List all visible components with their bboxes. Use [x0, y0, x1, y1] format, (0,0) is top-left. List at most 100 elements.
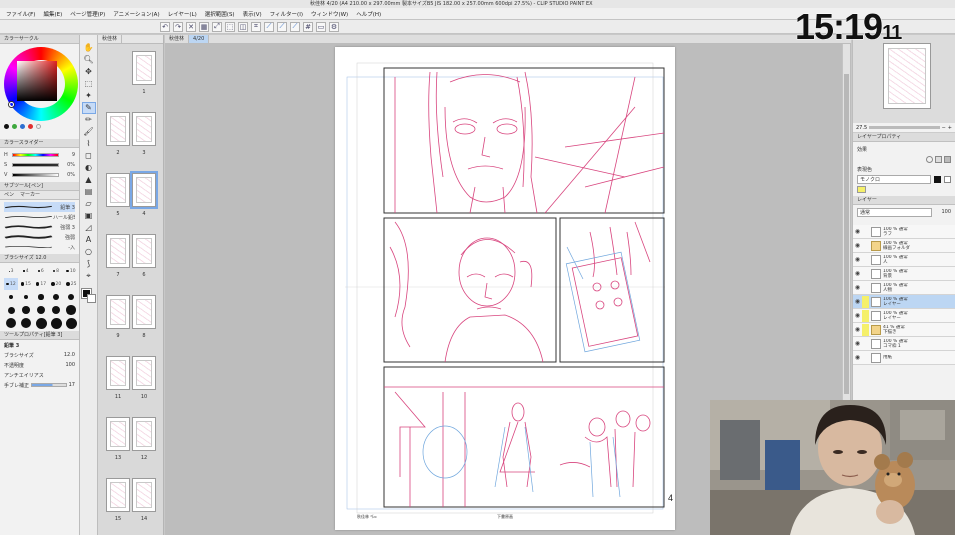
hue-slider[interactable] — [12, 153, 59, 157]
saturation-value-square[interactable] — [17, 61, 57, 101]
value-slider[interactable] — [12, 173, 59, 177]
page-thumbnail[interactable] — [132, 234, 156, 268]
clear-icon[interactable]: ✕ — [186, 21, 196, 32]
brush-size-preset[interactable]: 250 — [19, 317, 33, 329]
eyedropper-icon[interactable]: ⌖ — [83, 271, 95, 281]
brush-item[interactable]: 強弱 — [4, 232, 75, 242]
gradient-icon[interactable]: ▤ — [83, 187, 95, 197]
expression-color-white[interactable] — [944, 175, 951, 183]
layer-row[interactable]: ◉ 100 % 通常 線画フォルダ — [853, 239, 955, 253]
brush-size-preset[interactable]: 6 — [34, 265, 48, 277]
menu-view[interactable]: 表示(V) — [239, 10, 266, 18]
frame-border-icon[interactable]: ▣ — [83, 211, 95, 221]
brush-size-preset[interactable]: 3 — [4, 265, 18, 277]
crop-icon[interactable]: ⌗ — [251, 21, 261, 32]
brush-size-preset[interactable]: 500 — [64, 317, 78, 329]
brush-size-preset[interactable]: 15 — [19, 278, 33, 290]
layer-row[interactable]: ◉ 用紙 — [853, 351, 955, 365]
brush-size-preset[interactable]: 17 — [34, 278, 48, 290]
expression-color-select[interactable]: モノクロ — [857, 174, 931, 184]
eye-icon[interactable]: ◉ — [853, 298, 862, 305]
saturation-slider[interactable] — [12, 163, 59, 167]
layer-row[interactable]: ◉ 100 % 通常 レイヤー — [853, 295, 955, 309]
zoom-out-icon[interactable]: − — [942, 125, 946, 131]
brush-size-preset[interactable]: 80 — [4, 304, 18, 316]
scrollbar-thumb[interactable] — [844, 74, 849, 394]
page-thumbnail[interactable] — [132, 478, 156, 512]
navigator-preview[interactable] — [883, 43, 931, 109]
brush-size-preset[interactable]: 25 — [64, 278, 78, 290]
snap-ruler-icon[interactable]: ⟋ — [264, 21, 274, 32]
menu-window[interactable]: ウィンドウ(W) — [307, 10, 352, 18]
layer-row[interactable]: ◉ 100 % 通常 コマ枠 1 — [853, 337, 955, 351]
settings-icon[interactable]: ⚙ — [329, 21, 339, 32]
eye-icon[interactable]: ◉ — [853, 284, 862, 291]
brush-size-preset[interactable]: 200 — [4, 317, 18, 329]
transform-icon[interactable]: ⤢ — [212, 21, 222, 32]
page-thumbnail[interactable] — [106, 173, 130, 207]
ruler-tool-icon[interactable]: ◿ — [83, 223, 95, 233]
eraser-icon[interactable]: ◻ — [83, 151, 95, 161]
brush-size-preset[interactable]: 170 — [64, 304, 78, 316]
menu-file[interactable]: ファイル(F) — [2, 10, 39, 18]
select-icon[interactable]: ⬚ — [83, 79, 95, 89]
layer-property-tab[interactable]: レイヤープロパティ — [853, 133, 955, 142]
fill-icon[interactable]: ▦ — [199, 21, 209, 32]
brush-size-preset[interactable]: 50 — [34, 291, 48, 303]
blue-swatch[interactable] — [20, 124, 25, 129]
menu-page[interactable]: ページ管理(P) — [66, 10, 109, 18]
layer-panel-tab[interactable]: レイヤー — [853, 196, 955, 205]
eye-icon[interactable]: ◉ — [853, 326, 862, 333]
brush-size-preset[interactable]: 100 — [19, 304, 33, 316]
layer-row[interactable]: ◉ 100 % 通常 ラフ — [853, 225, 955, 239]
opacity-value[interactable]: 100 — [935, 209, 951, 215]
black-swatch[interactable] — [4, 124, 9, 129]
page-thumbnail[interactable] — [106, 356, 130, 390]
page-thumbnail[interactable] — [106, 234, 130, 268]
figure-icon[interactable]: ▱ — [83, 199, 95, 209]
property-stabilization[interactable]: 手ブレ補正 17 — [0, 380, 79, 390]
document-tab-active[interactable]: 4/20 — [189, 35, 210, 43]
auto-select-icon[interactable]: ✦ — [83, 91, 95, 101]
color-wheel-tab[interactable]: カラーサークル — [0, 35, 79, 44]
grid-icon[interactable]: # — [303, 21, 313, 32]
brush-tab-pen[interactable]: ペン — [4, 191, 14, 199]
property-brush-size[interactable]: ブラシサイズ 12.0 — [0, 350, 79, 360]
property-antialias[interactable]: アンチエイリアス — [0, 370, 79, 380]
brush-size-preset[interactable]: 400 — [49, 317, 63, 329]
menu-layer[interactable]: レイヤー(L) — [164, 10, 201, 18]
white-swatch[interactable] — [36, 124, 41, 129]
correct-line-icon[interactable]: ⟆ — [83, 259, 95, 269]
menu-edit[interactable]: 編集(E) — [39, 10, 66, 18]
layer-row[interactable]: ◉ 100 % 通常 背景 — [853, 267, 955, 281]
page-thumbnail[interactable] — [106, 417, 130, 451]
menu-selection[interactable]: 選択範囲(S) — [201, 10, 239, 18]
navigator-zoom-slider[interactable] — [869, 126, 940, 129]
menu-help[interactable]: ヘルプ(H) — [352, 10, 385, 18]
brush-size-preset[interactable]: 30 — [4, 291, 18, 303]
page-thumbnail[interactable] — [106, 295, 130, 329]
brush-size-preset[interactable]: 12 — [4, 278, 18, 290]
brush-tab-marker[interactable]: マーカー — [20, 191, 40, 199]
move-icon[interactable]: ✥ — [83, 67, 95, 77]
invert-selection-icon[interactable]: ◫ — [238, 21, 248, 32]
background-color[interactable] — [86, 294, 96, 303]
expression-color-black[interactable] — [934, 175, 941, 183]
brush-size-preset[interactable]: 8 — [49, 265, 63, 277]
layer-row[interactable]: ◉ 100 % 通常 レイヤー — [853, 309, 955, 323]
layer-row[interactable]: ◉ 41 % 通常 下描き — [853, 323, 955, 337]
menu-filter[interactable]: フィルター(I) — [266, 10, 307, 18]
menu-animation[interactable]: アニメーション(A) — [109, 10, 163, 18]
blend-icon[interactable]: ◐ — [83, 163, 95, 173]
brush-size-preset[interactable]: 150 — [49, 304, 63, 316]
eye-icon[interactable]: ◉ — [853, 228, 862, 235]
layer-color-swatch[interactable] — [857, 185, 866, 193]
blend-mode-select[interactable]: 通常 — [857, 207, 932, 217]
page-manager-tab[interactable]: 秋佳林 — [98, 35, 123, 43]
brush-size-preset[interactable]: 70 — [64, 291, 78, 303]
text-icon[interactable]: A — [83, 235, 95, 245]
effect-border-icon[interactable] — [926, 155, 933, 163]
hand-icon[interactable]: ✋ — [83, 43, 95, 53]
eye-icon[interactable]: ◉ — [853, 270, 862, 277]
red-swatch[interactable] — [28, 124, 33, 129]
